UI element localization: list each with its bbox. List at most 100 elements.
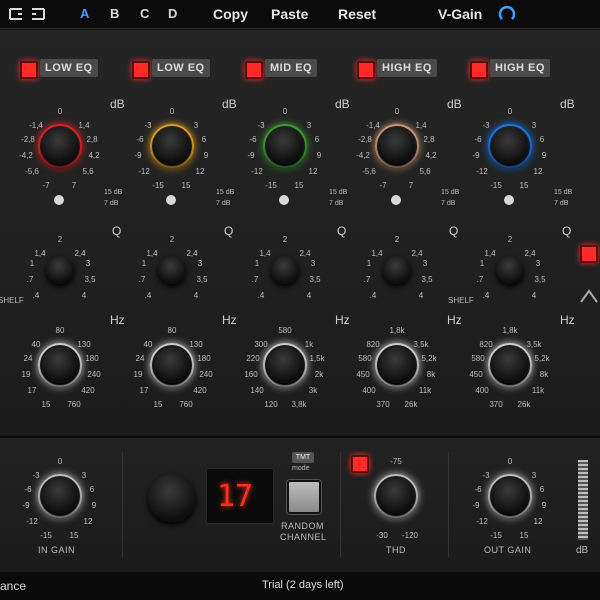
freq-scale-label: 420 <box>193 386 207 395</box>
freq-scale-label: 80 <box>167 326 177 335</box>
freq-scale-label: 130 <box>77 340 91 349</box>
q-knob[interactable] <box>271 256 299 284</box>
in-gain-scale-label: -6 <box>24 485 32 494</box>
gain-scale-label: 1,4 <box>415 121 427 130</box>
preset-slot-a[interactable]: A <box>80 6 89 21</box>
freq-scale-label: 820 <box>479 340 493 349</box>
range-low-label: 7 dB <box>554 200 569 207</box>
in-gain-scale-label: -15 <box>40 531 52 540</box>
power-icon[interactable] <box>498 5 516 23</box>
freq-knob[interactable] <box>267 347 303 383</box>
paste-button[interactable]: Paste <box>271 6 308 22</box>
out-gain-scale-label: 15 <box>519 531 529 540</box>
side-enable-button[interactable] <box>580 245 598 263</box>
gain-scale-label: 7 <box>71 181 77 190</box>
q-scale-label: .4 <box>144 291 152 300</box>
tmt-badge: TMT <box>292 452 314 463</box>
q-scale-label: 3,5 <box>196 275 208 284</box>
range-switch[interactable] <box>54 195 64 205</box>
gain-knob[interactable] <box>154 128 190 164</box>
freq-knob[interactable] <box>42 347 78 383</box>
gain-unit-label: dB <box>110 97 125 111</box>
vgain-button[interactable]: V-Gain <box>438 6 482 22</box>
gain-scale-label: -2,8 <box>21 135 35 144</box>
q-scale-label: 4 <box>531 291 537 300</box>
range-switch[interactable] <box>166 195 176 205</box>
band-enable-button[interactable] <box>132 61 150 79</box>
freq-scale-label: 240 <box>87 370 101 379</box>
q-knob[interactable] <box>158 256 186 284</box>
gain-scale-label: 2,8 <box>423 135 435 144</box>
gain-scale-label: 4,2 <box>425 151 437 160</box>
random-channel-button[interactable] <box>287 480 321 514</box>
freq-scale-label: 1k <box>304 340 314 349</box>
gain-scale-label: -6 <box>249 135 257 144</box>
out-gain-scale-label: 6 <box>539 485 545 494</box>
preset-slot-c[interactable]: C <box>140 6 149 21</box>
preset-slot-b[interactable]: B <box>110 6 119 21</box>
q-scale-label: 2 <box>394 235 400 244</box>
in-gain-scale-label: 3 <box>81 471 87 480</box>
freq-knob[interactable] <box>154 347 190 383</box>
gain-scale-label: -2,8 <box>358 135 372 144</box>
preset-slot-d[interactable]: D <box>168 6 177 21</box>
range-switch[interactable] <box>279 195 289 205</box>
copy-button[interactable]: Copy <box>213 6 248 22</box>
freq-scale-label: 11k <box>418 386 432 395</box>
gain-scale-label: 6 <box>539 135 545 144</box>
out-gain-knob[interactable] <box>492 478 528 514</box>
range-switch[interactable] <box>391 195 401 205</box>
freq-scale-label: 760 <box>179 400 193 409</box>
gain-scale-label: 3 <box>306 121 312 130</box>
freq-unit-label: Hz <box>335 313 350 327</box>
q-knob[interactable] <box>383 256 411 284</box>
q-knob[interactable] <box>496 256 524 284</box>
thd-knob[interactable] <box>378 478 414 514</box>
freq-scale-label: 19 <box>21 370 31 379</box>
freq-scale-label: 120 <box>264 400 278 409</box>
band-type-label: LOW EQ <box>40 59 98 77</box>
in-gain-knob[interactable] <box>42 478 78 514</box>
channel-knob[interactable] <box>148 474 196 522</box>
gain-scale-label: 0 <box>169 107 175 116</box>
gain-knob[interactable] <box>492 128 528 164</box>
band-enable-button[interactable] <box>470 61 488 79</box>
freq-unit-label: Hz <box>110 313 125 327</box>
band-enable-button[interactable] <box>20 61 38 79</box>
range-switch[interactable] <box>504 195 514 205</box>
q-scale-label: 2 <box>57 235 63 244</box>
freq-scale-label: 17 <box>27 386 37 395</box>
gain-scale-label: 2,8 <box>86 135 98 144</box>
freq-scale-label: 11k <box>531 386 545 395</box>
out-gain-label: OUT GAIN <box>484 545 532 555</box>
gain-knob[interactable] <box>42 128 78 164</box>
gain-knob[interactable] <box>379 128 415 164</box>
gain-scale-label: -7 <box>42 181 50 190</box>
q-scale-label: 3,5 <box>421 275 433 284</box>
thd-enable-button[interactable] <box>351 455 369 473</box>
band-enable-button[interactable] <box>245 61 263 79</box>
q-knob[interactable] <box>46 256 74 284</box>
output-meter <box>578 460 588 540</box>
q-scale-label: .4 <box>257 291 265 300</box>
gain-scale-label: 12 <box>195 167 205 176</box>
freq-knob[interactable] <box>492 347 528 383</box>
redo-icon[interactable] <box>30 7 46 21</box>
freq-scale-label: 8k <box>539 370 549 379</box>
freq-knob[interactable] <box>379 347 415 383</box>
undo-icon[interactable] <box>8 7 24 21</box>
q-scale-label: .7 <box>251 275 259 284</box>
gain-scale-label: 0 <box>57 107 63 116</box>
band-enable-button[interactable] <box>357 61 375 79</box>
q-scale-label: 2 <box>282 235 288 244</box>
q-scale-label: .7 <box>476 275 484 284</box>
out-gain-scale-label: 3 <box>531 471 537 480</box>
reset-button[interactable]: Reset <box>338 6 376 22</box>
q-scale-label: 1,4 <box>484 249 496 258</box>
q-scale-label: 4 <box>81 291 87 300</box>
gain-scale-label: -9 <box>247 151 255 160</box>
gain-knob[interactable] <box>267 128 303 164</box>
freq-scale-label: 160 <box>244 370 258 379</box>
freq-scale-label: 370 <box>376 400 390 409</box>
q-scale-label: 2 <box>507 235 513 244</box>
